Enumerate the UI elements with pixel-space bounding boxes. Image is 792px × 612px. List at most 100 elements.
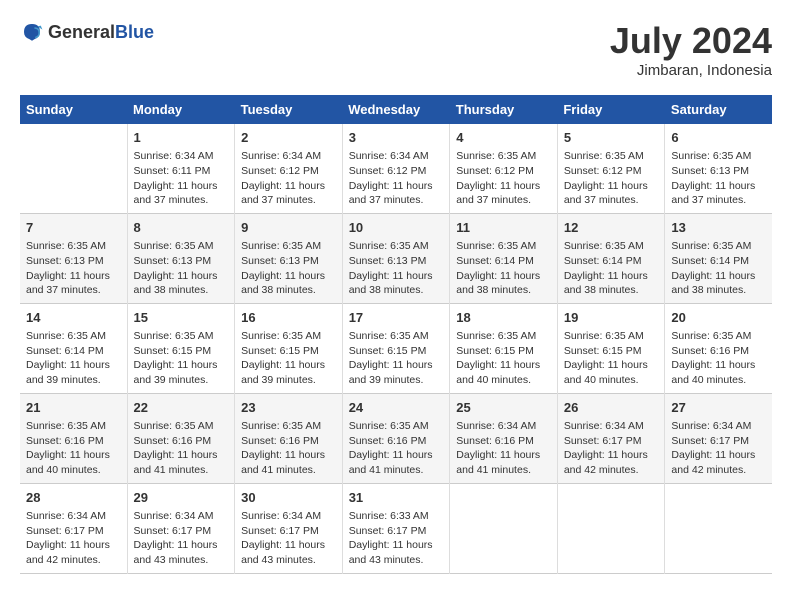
day-info: Sunrise: 6:35 AM Sunset: 6:13 PM Dayligh… <box>671 149 766 208</box>
calendar-week-row: 21 Sunrise: 6:35 AM Sunset: 6:16 PM Dayli… <box>20 393 772 483</box>
day-number: 31 <box>349 489 444 507</box>
calendar-cell: 30Sunrise: 6:34 AM Sunset: 6:17 PM Dayli… <box>235 483 343 573</box>
day-number: 11 <box>456 219 551 237</box>
day-info: Sunrise: 6:35 AM Sunset: 6:16 PM Dayligh… <box>241 419 336 478</box>
calendar-cell: 9 Sunrise: 6:35 AM Sunset: 6:13 PM Daylig… <box>235 213 343 303</box>
calendar-week-row: 7 Sunrise: 6:35 AM Sunset: 6:13 PM Daylig… <box>20 213 772 303</box>
day-header-tuesday: Tuesday <box>235 95 343 124</box>
day-number: 10 <box>349 219 444 237</box>
calendar-cell: 23 Sunrise: 6:35 AM Sunset: 6:16 PM Dayli… <box>235 393 343 483</box>
day-number: 29 <box>134 489 229 507</box>
calendar-cell: 13 Sunrise: 6:35 AM Sunset: 6:14 PM Dayli… <box>665 213 772 303</box>
day-info: Sunrise: 6:35 AM Sunset: 6:14 PM Dayligh… <box>456 239 551 298</box>
calendar-cell <box>20 124 127 213</box>
day-info: Sunrise: 6:35 AM Sunset: 6:14 PM Dayligh… <box>564 239 659 298</box>
day-number: 22 <box>134 399 229 417</box>
calendar-cell: 31 Sunrise: 6:33 AM Sunset: 6:17 PM Dayli… <box>342 483 450 573</box>
day-number: 6 <box>671 129 766 147</box>
day-info: Sunrise: 6:34 AM Sunset: 6:12 PM Dayligh… <box>349 149 444 208</box>
day-info: Sunrise: 6:35 AM Sunset: 6:16 PM Dayligh… <box>671 329 766 388</box>
day-header-monday: Monday <box>127 95 235 124</box>
calendar-cell: 27Sunrise: 6:34 AM Sunset: 6:17 PM Dayli… <box>665 393 772 483</box>
calendar-cell: 22Sunrise: 6:35 AM Sunset: 6:16 PM Dayli… <box>127 393 235 483</box>
day-number: 13 <box>671 219 766 237</box>
day-info: Sunrise: 6:35 AM Sunset: 6:15 PM Dayligh… <box>134 329 229 388</box>
calendar-week-row: 1 Sunrise: 6:34 AM Sunset: 6:11 PM Daylig… <box>20 124 772 213</box>
calendar-cell: 19 Sunrise: 6:35 AM Sunset: 6:15 PM Dayli… <box>557 303 665 393</box>
month-year-title: July 2024 <box>610 20 772 62</box>
day-number: 20 <box>671 309 766 327</box>
calendar-cell: 4Sunrise: 6:35 AM Sunset: 6:12 PM Daylig… <box>450 124 558 213</box>
day-info: Sunrise: 6:35 AM Sunset: 6:16 PM Dayligh… <box>349 419 444 478</box>
day-info: Sunrise: 6:35 AM Sunset: 6:12 PM Dayligh… <box>564 149 659 208</box>
calendar-cell: 12 Sunrise: 6:35 AM Sunset: 6:14 PM Dayli… <box>557 213 665 303</box>
day-info: Sunrise: 6:34 AM Sunset: 6:12 PM Dayligh… <box>241 149 336 208</box>
calendar-cell: 15Sunrise: 6:35 AM Sunset: 6:15 PM Dayli… <box>127 303 235 393</box>
calendar-cell <box>450 483 558 573</box>
day-info: Sunrise: 6:35 AM Sunset: 6:15 PM Dayligh… <box>564 329 659 388</box>
day-info: Sunrise: 6:35 AM Sunset: 6:13 PM Dayligh… <box>26 239 121 298</box>
calendar-cell: 21Sunrise: 6:35 AM Sunset: 6:16 PM Dayli… <box>20 393 127 483</box>
calendar-cell: 16 Sunrise: 6:35 AM Sunset: 6:15 PM Dayli… <box>235 303 343 393</box>
day-number: 16 <box>241 309 336 327</box>
day-info: Sunrise: 6:35 AM Sunset: 6:15 PM Dayligh… <box>349 329 444 388</box>
day-info: Sunrise: 6:34 AM Sunset: 6:17 PM Dayligh… <box>564 419 659 478</box>
logo: GeneralBlue <box>20 20 154 44</box>
calendar-table: SundayMondayTuesdayWednesdayThursdayFrid… <box>20 95 772 574</box>
day-info: Sunrise: 6:35 AM Sunset: 6:15 PM Dayligh… <box>241 329 336 388</box>
day-number: 24 <box>349 399 444 417</box>
title-block: July 2024 Jimbaran, Indonesia <box>610 20 772 79</box>
calendar-cell: 17Sunrise: 6:35 AM Sunset: 6:15 PM Dayli… <box>342 303 450 393</box>
day-header-thursday: Thursday <box>450 95 558 124</box>
day-number: 8 <box>134 219 229 237</box>
day-number: 21 <box>26 399 121 417</box>
day-number: 2 <box>241 129 336 147</box>
day-header-wednesday: Wednesday <box>342 95 450 124</box>
calendar-cell: 10Sunrise: 6:35 AM Sunset: 6:13 PM Dayli… <box>342 213 450 303</box>
day-info: Sunrise: 6:35 AM Sunset: 6:13 PM Dayligh… <box>241 239 336 298</box>
calendar-cell: 11 Sunrise: 6:35 AM Sunset: 6:14 PM Dayli… <box>450 213 558 303</box>
calendar-week-row: 28 Sunrise: 6:34 AM Sunset: 6:17 PM Dayli… <box>20 483 772 573</box>
day-header-sunday: Sunday <box>20 95 127 124</box>
calendar-week-row: 14Sunrise: 6:35 AM Sunset: 6:14 PM Dayli… <box>20 303 772 393</box>
calendar-cell: 2 Sunrise: 6:34 AM Sunset: 6:12 PM Daylig… <box>235 124 343 213</box>
day-number: 14 <box>26 309 121 327</box>
logo-text: GeneralBlue <box>48 22 154 43</box>
day-number: 18 <box>456 309 551 327</box>
calendar-cell: 6 Sunrise: 6:35 AM Sunset: 6:13 PM Daylig… <box>665 124 772 213</box>
calendar-cell: 7 Sunrise: 6:35 AM Sunset: 6:13 PM Daylig… <box>20 213 127 303</box>
calendar-cell: 28 Sunrise: 6:34 AM Sunset: 6:17 PM Dayli… <box>20 483 127 573</box>
day-info: Sunrise: 6:34 AM Sunset: 6:16 PM Dayligh… <box>456 419 551 478</box>
day-info: Sunrise: 6:35 AM Sunset: 6:14 PM Dayligh… <box>671 239 766 298</box>
day-info: Sunrise: 6:34 AM Sunset: 6:17 PM Dayligh… <box>241 509 336 568</box>
calendar-cell <box>665 483 772 573</box>
day-number: 28 <box>26 489 121 507</box>
day-number: 23 <box>241 399 336 417</box>
day-number: 3 <box>349 129 444 147</box>
calendar-cell: 20 Sunrise: 6:35 AM Sunset: 6:16 PM Dayli… <box>665 303 772 393</box>
logo-general: General <box>48 22 115 42</box>
day-number: 4 <box>456 129 551 147</box>
day-header-friday: Friday <box>557 95 665 124</box>
calendar-header-row: SundayMondayTuesdayWednesdayThursdayFrid… <box>20 95 772 124</box>
calendar-cell: 1 Sunrise: 6:34 AM Sunset: 6:11 PM Daylig… <box>127 124 235 213</box>
day-number: 9 <box>241 219 336 237</box>
day-number: 26 <box>564 399 659 417</box>
day-number: 19 <box>564 309 659 327</box>
calendar-cell: 5Sunrise: 6:35 AM Sunset: 6:12 PM Daylig… <box>557 124 665 213</box>
day-number: 7 <box>26 219 121 237</box>
calendar-cell: 29 Sunrise: 6:34 AM Sunset: 6:17 PM Dayli… <box>127 483 235 573</box>
day-info: Sunrise: 6:35 AM Sunset: 6:15 PM Dayligh… <box>456 329 551 388</box>
day-info: Sunrise: 6:34 AM Sunset: 6:17 PM Dayligh… <box>134 509 229 568</box>
day-info: Sunrise: 6:35 AM Sunset: 6:13 PM Dayligh… <box>134 239 229 298</box>
day-info: Sunrise: 6:33 AM Sunset: 6:17 PM Dayligh… <box>349 509 444 568</box>
day-info: Sunrise: 6:34 AM Sunset: 6:11 PM Dayligh… <box>134 149 229 208</box>
day-info: Sunrise: 6:34 AM Sunset: 6:17 PM Dayligh… <box>26 509 121 568</box>
logo-blue: Blue <box>115 22 154 42</box>
day-number: 1 <box>134 129 229 147</box>
day-number: 27 <box>671 399 766 417</box>
day-number: 12 <box>564 219 659 237</box>
calendar-cell <box>557 483 665 573</box>
day-number: 25 <box>456 399 551 417</box>
calendar-cell: 8 Sunrise: 6:35 AM Sunset: 6:13 PM Daylig… <box>127 213 235 303</box>
